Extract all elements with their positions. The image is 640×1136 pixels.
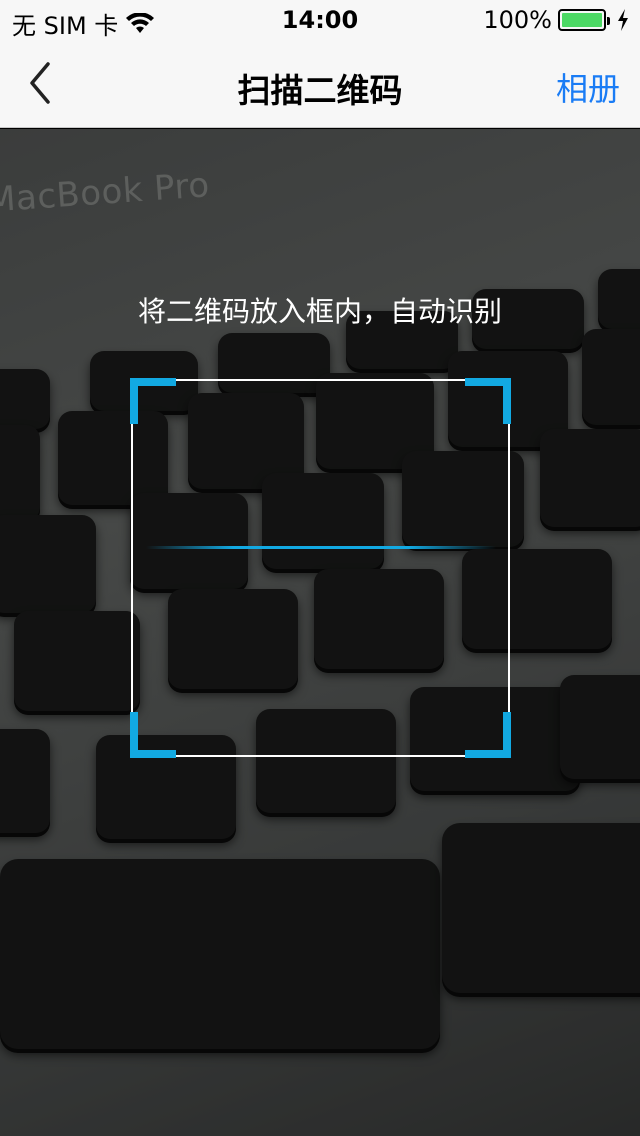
- status-right: 100%: [483, 6, 630, 34]
- scan-corner-top-right: [465, 378, 511, 424]
- scan-frame: [131, 379, 510, 757]
- header: 无 SIM 卡 14:00 100% 扫描二维码 相册: [0, 0, 640, 128]
- scan-line: [146, 546, 496, 549]
- scan-corner-bottom-right: [465, 712, 511, 758]
- navigation-bar: 扫描二维码 相册: [0, 40, 640, 128]
- battery-icon: [558, 9, 610, 31]
- status-bar: 无 SIM 卡 14:00 100%: [0, 0, 640, 40]
- charging-bolt-icon: [618, 9, 628, 31]
- battery-fill: [562, 13, 602, 27]
- scan-hint-text: 将二维码放入框内，自动识别: [137, 295, 502, 328]
- scan-corner-top-left: [130, 378, 176, 424]
- page-title: 扫描二维码: [237, 71, 403, 110]
- scan-corner-bottom-left: [130, 712, 176, 758]
- album-button[interactable]: 相册: [556, 64, 620, 110]
- battery-percent: 100%: [483, 6, 552, 34]
